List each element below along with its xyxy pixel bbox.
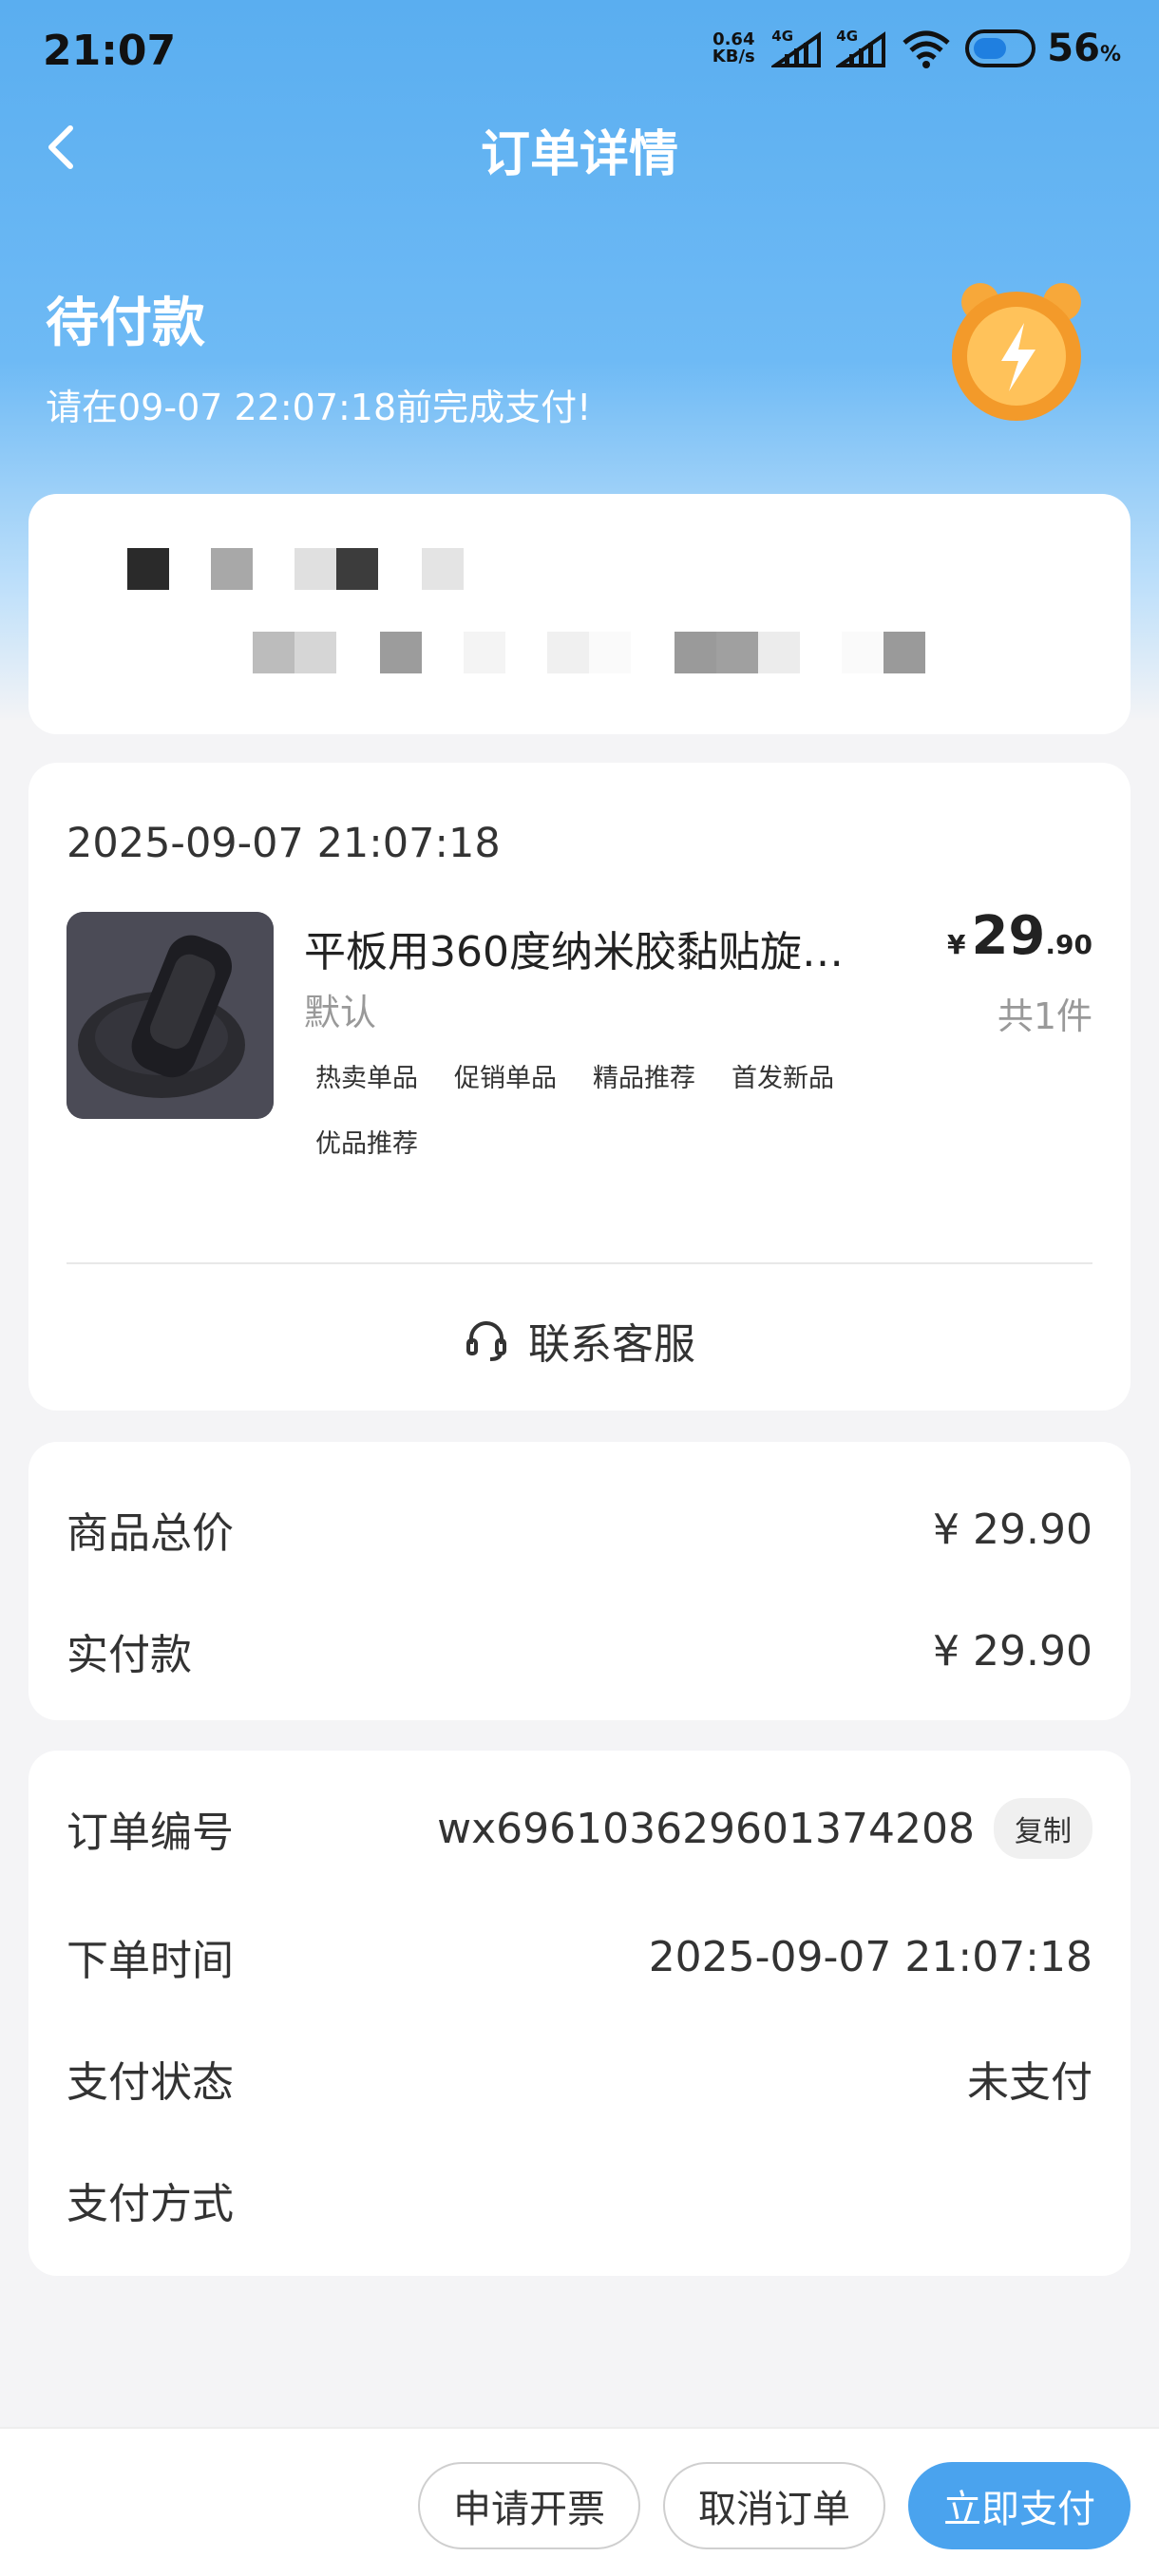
payment-method-row: 支付方式 [66,2169,1092,2230]
product-tag: 促销单品 [454,1064,557,1093]
price-currency: ¥ [946,929,966,960]
wifi-icon [902,30,950,68]
paid-amount-value: ¥ 29.90 [933,1626,1092,1676]
payment-status-label: 支付状态 [66,2058,234,2107]
product-tags: 热卖单品 促销单品 精品推荐 首发新品 优品推荐 [304,1048,893,1179]
page-title: 订单详情 [480,126,678,183]
status-bar: 21:07 0.64 KB/s 4G 4G 56% [0,0,1159,104]
divider [66,1262,1092,1264]
payment-deadline-text: 请在09-07 22:07:18前完成支付! [46,387,592,428]
order-number-label: 订单编号 [66,1809,234,1857]
goods-total-value: ¥ 29.90 [933,1505,1092,1554]
order-status-section: 待付款 请在09-07 22:07:18前完成支付! [46,280,591,430]
cancel-order-button[interactable]: 取消订单 [663,2462,885,2549]
status-time: 21:07 [43,27,177,75]
order-status-title: 待付款 [46,293,205,354]
paid-amount-label: 实付款 [66,1631,192,1679]
address-card[interactable] [28,494,1130,734]
product-name[interactable]: 平板用360度纳米胶黏贴旋… [304,918,874,978]
payment-status-value: 未支付 [967,2058,1092,2107]
product-spec: 默认 [304,992,377,1033]
nav-bar: 订单详情 [0,104,1159,190]
order-time-label: 下单时间 [66,1937,234,1985]
product-thumbnail[interactable] [66,912,274,1119]
order-number-value: wx696103629601374208 [437,1804,975,1853]
signal-type-label-2: 4G [836,28,859,45]
paid-amount-row: 实付款 ¥ 29.90 [66,1620,1092,1681]
price-decimal: .90 [1045,929,1092,960]
product-card: 2025-09-07 21:07:18 平板用360度纳米胶黏贴旋… 默认 热卖… [28,763,1130,1411]
network-speed-unit: KB/s [712,47,755,66]
headset-icon [466,1321,506,1361]
order-time-row: 下单时间 2025-09-07 21:07:18 [66,1926,1092,1987]
product-quantity: 共1件 [997,995,1092,1037]
product-tag: 热卖单品 [315,1064,418,1093]
contact-service-button[interactable]: 联系客服 [28,1310,1130,1371]
order-time-value: 2025-09-07 21:07:18 [648,1932,1092,1981]
request-invoice-button[interactable]: 申请开票 [418,2462,640,2549]
status-icons: 0.64 KB/s 4G 4G 56% [709,27,1121,70]
payment-status-row: 支付状态 未支付 [66,2048,1092,2109]
contact-service-label: 联系客服 [528,1320,695,1369]
payment-method-label: 支付方式 [66,2180,234,2228]
order-number-row: 订单编号 wx696103629601374208 复制 [66,1798,1092,1859]
battery-indicator: 56% [965,27,1121,70]
order-created-time: 2025-09-07 21:07:18 [66,820,501,867]
battery-icon [965,29,1036,67]
signal-type-label: 4G [771,28,794,45]
order-info-card: 订单编号 wx696103629601374208 复制 下单时间 2025-0… [28,1751,1130,2276]
pay-now-button[interactable]: 立即支付 [908,2462,1130,2549]
alarm-clock-icon [940,266,1102,427]
network-speed: 0.64 KB/s [709,31,758,66]
price-integer: 29 [971,905,1046,967]
battery-level: 56 [1047,27,1100,70]
signal-icon: 4G [769,28,823,69]
goods-total-label: 商品总价 [66,1509,234,1558]
battery-unit: % [1099,43,1121,66]
goods-total-row: 商品总价 ¥ 29.90 [66,1499,1092,1560]
product-tag: 精品推荐 [593,1064,695,1093]
price-summary-card: 商品总价 ¥ 29.90 实付款 ¥ 29.90 [28,1442,1130,1720]
product-tag: 优品推荐 [315,1129,418,1159]
bottom-action-bar: 申请开票 取消订单 立即支付 [0,2427,1159,2576]
product-tag: 首发新品 [732,1064,834,1093]
product-price: ¥ 29 .90 [947,905,1092,967]
copy-button[interactable]: 复制 [994,1798,1092,1859]
signal-icon-2: 4G [833,28,887,69]
